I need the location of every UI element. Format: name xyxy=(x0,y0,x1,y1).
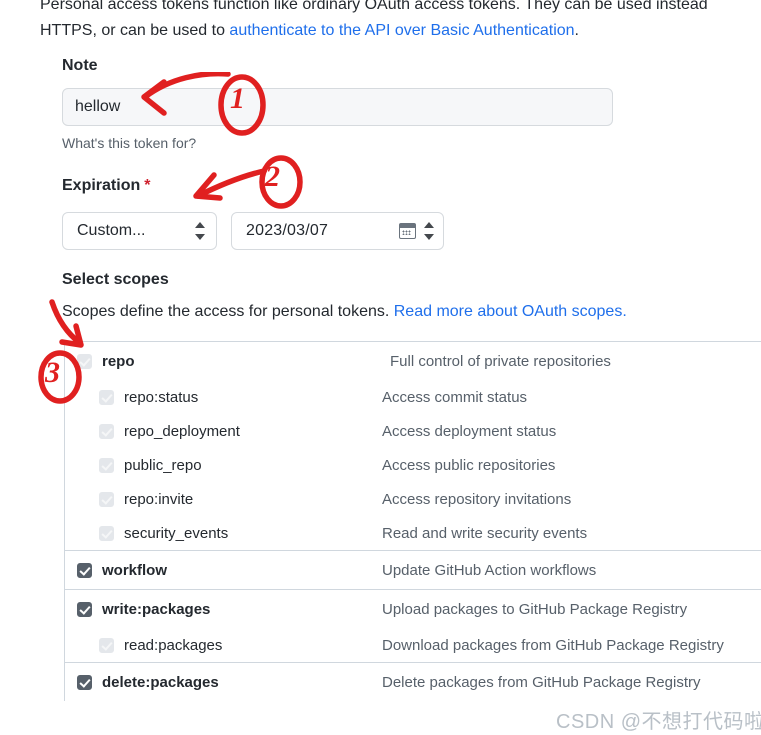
note-label: Note xyxy=(62,57,98,74)
expiration-label-text: Expiration xyxy=(62,177,141,194)
scope-group: delete:packages Delete packages from GitH… xyxy=(65,662,761,701)
intro-line-1: Personal access tokens function like ord… xyxy=(40,0,708,13)
scope-description: Full control of private repositories xyxy=(390,352,611,370)
scope-name: public_repo xyxy=(124,456,202,474)
scope-checkbox-public-repo xyxy=(99,457,114,473)
expiration-select[interactable]: Custom... xyxy=(62,212,217,250)
scope-checkbox-repo-status xyxy=(99,389,114,405)
intro-line-2-period: . xyxy=(574,22,579,39)
scope-group: write:packages Upload packages to GitHub … xyxy=(65,589,761,662)
scope-name: repo xyxy=(102,352,135,370)
annotation-number-1: 1 xyxy=(230,82,245,115)
scope-name: write:packages xyxy=(102,600,211,618)
csdn-watermark: CSDN @不想打代码啦 xyxy=(556,711,761,733)
scope-name: security_events xyxy=(124,524,229,542)
scope-name: delete:packages xyxy=(102,673,219,691)
scope-description: Read and write security events xyxy=(382,524,588,542)
scopes-description-text: Scopes define the access for personal to… xyxy=(62,303,394,320)
intro-paragraph: Personal access tokens function like ord… xyxy=(40,0,740,44)
required-asterisk: * xyxy=(144,177,151,194)
scope-name: repo_deployment xyxy=(124,422,240,440)
intro-line-2: HTTPS, or can be used to authenticate to… xyxy=(40,22,579,39)
scope-row[interactable]: repo:invite Access repository invitations xyxy=(65,482,761,516)
scope-name: repo:status xyxy=(124,388,199,406)
scope-list: repo Full control of private repositories… xyxy=(64,341,761,701)
scope-row[interactable]: repo:status Access commit status xyxy=(65,380,761,414)
annotation-arrow-2 xyxy=(193,168,267,201)
scope-name: read:packages xyxy=(124,636,223,654)
expiration-label: Expiration * xyxy=(62,177,150,195)
oauth-scopes-link[interactable]: Read more about OAuth scopes. xyxy=(394,303,627,320)
scope-description: Update GitHub Action workflows xyxy=(382,561,597,579)
scope-row[interactable]: workflow Update GitHub Action workflows xyxy=(65,551,761,589)
scope-description: Access commit status xyxy=(382,388,528,406)
scope-description: Access repository invitations xyxy=(382,490,572,508)
intro-line-2-text: HTTPS, or can be used to xyxy=(40,22,230,39)
annotation-number-3: 3 xyxy=(45,356,60,389)
scope-checkbox-repo-deployment xyxy=(99,423,114,439)
scope-description: Delete packages from GitHub Package Regi… xyxy=(382,673,701,691)
scope-description: Upload packages to GitHub Package Regist… xyxy=(382,600,688,618)
calendar-icon[interactable] xyxy=(399,223,416,239)
scopes-description: Scopes define the access for personal to… xyxy=(62,303,627,321)
scope-checkbox-delete-packages[interactable] xyxy=(77,674,92,690)
scope-group: repo Full control of private repositories… xyxy=(65,341,761,550)
scope-row[interactable]: write:packages Upload packages to GitHub … xyxy=(65,590,761,628)
annotation-number-2: 2 xyxy=(265,160,280,193)
scope-row[interactable]: delete:packages Delete packages from GitH… xyxy=(65,663,761,701)
scope-row[interactable]: repo_deployment Access deployment status xyxy=(65,414,761,448)
scope-row[interactable]: security_events Read and write security e… xyxy=(65,516,761,550)
scope-checkbox-repo xyxy=(77,353,92,369)
scope-description: Access deployment status xyxy=(382,422,557,440)
expiration-select-value: Custom... xyxy=(77,222,146,239)
note-input[interactable] xyxy=(62,88,613,126)
annotation-circle-2 xyxy=(259,155,303,209)
scope-name: repo:invite xyxy=(124,490,194,508)
scope-row[interactable]: public_repo Access public repositories xyxy=(65,448,761,482)
scope-group: workflow Update GitHub Action workflows xyxy=(65,550,761,589)
basic-auth-link[interactable]: authenticate to the API over Basic Authe… xyxy=(229,22,574,39)
date-stepper-arrows-icon[interactable] xyxy=(424,221,435,241)
scope-description: Download packages from GitHub Package Re… xyxy=(382,636,724,654)
scope-checkbox-workflow[interactable] xyxy=(77,562,92,578)
scope-checkbox-repo-invite xyxy=(99,491,114,507)
scope-checkbox-security-events xyxy=(99,525,114,541)
scope-checkbox-write-packages[interactable] xyxy=(77,601,92,617)
note-helper-text: What's this token for? xyxy=(62,135,197,151)
expiration-date-input[interactable]: 2023/03/07 xyxy=(231,212,444,250)
select-scopes-heading: Select scopes xyxy=(62,271,169,288)
scope-checkbox-read-packages xyxy=(99,637,114,653)
stepper-arrows-icon[interactable] xyxy=(195,221,206,241)
scope-name: workflow xyxy=(102,561,168,579)
scope-description: Access public repositories xyxy=(382,456,556,474)
expiration-date-value: 2023/03/07 xyxy=(246,222,329,239)
scope-row[interactable]: repo Full control of private repositories xyxy=(65,342,761,380)
scope-row[interactable]: read:packages Download packages from GitH… xyxy=(65,628,761,662)
